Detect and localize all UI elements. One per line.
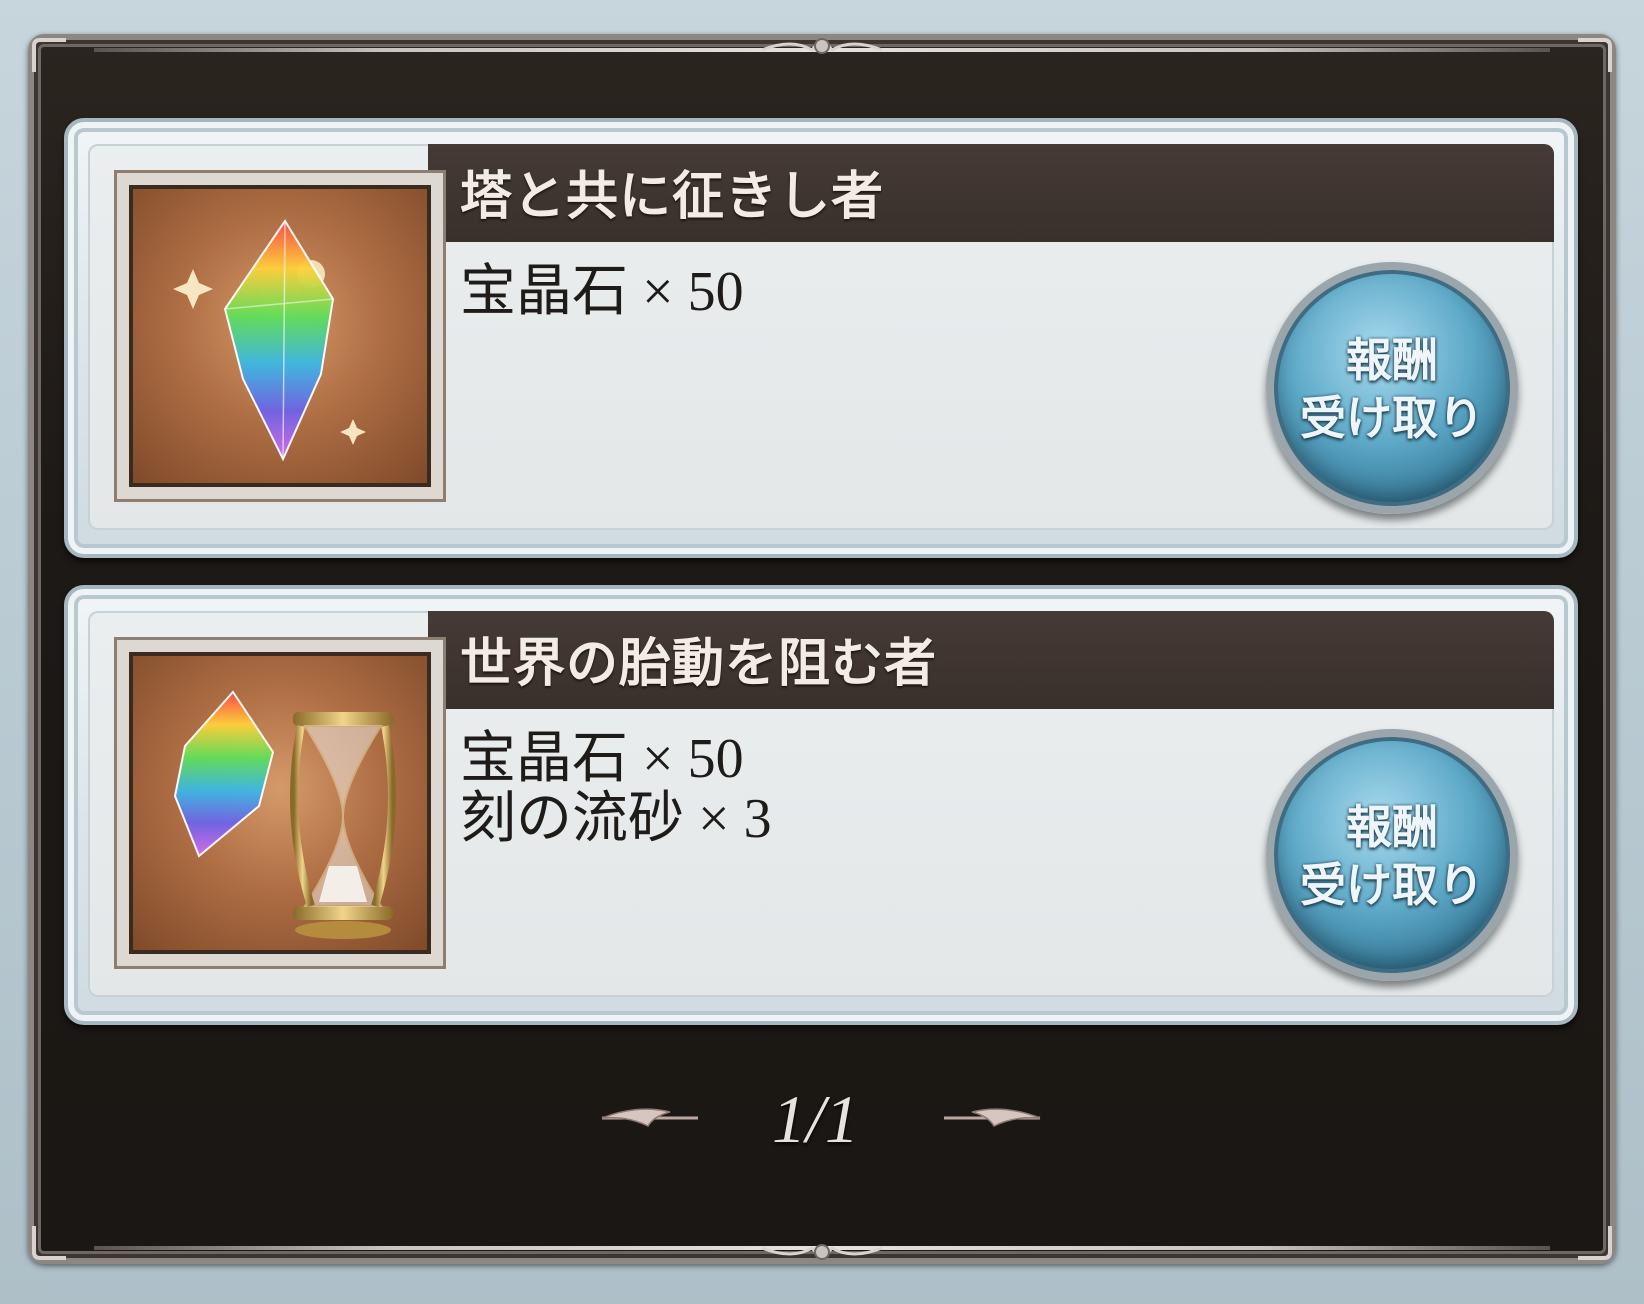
reward-items: 宝晶石 × 50 — [460, 262, 744, 322]
reward-card-body: 世界の胎動を阻む者 宝晶石 × 50 刻の流砂 × 3 報酬 受け取り — [88, 611, 1554, 997]
reward-item: 宝晶石 × 50 — [460, 728, 744, 790]
reward-title-bar: 世界の胎動を阻む者 — [428, 611, 1554, 709]
corner-ornament-icon — [32, 38, 66, 72]
reward-thumbnail — [114, 637, 446, 969]
page-indicator: 1/1 — [772, 1081, 859, 1157]
corner-ornament-icon — [1578, 1226, 1612, 1260]
claim-button-label: 受け取り — [1300, 858, 1484, 912]
claim-button-label: 受け取り — [1300, 391, 1484, 445]
claim-reward-button[interactable]: 報酬 受け取り — [1266, 262, 1518, 514]
reward-thumbnail — [114, 170, 446, 502]
reward-card: 塔と共に征きし者 宝晶石 × 50 報酬 受け取り — [64, 118, 1578, 558]
reward-card: 世界の胎動を阻む者 宝晶石 × 50 刻の流砂 × 3 報酬 受け取り — [64, 585, 1578, 1025]
reward-title-bar: 塔と共に征きし者 — [428, 144, 1554, 242]
top-ornament-icon — [762, 38, 882, 54]
next-page-arrow-icon[interactable] — [940, 1102, 1044, 1134]
corner-ornament-icon — [1578, 38, 1612, 72]
pagination: 1/1 — [0, 1080, 1644, 1160]
rainbow-crystal-icon — [129, 185, 431, 487]
corner-ornament-icon — [32, 1226, 66, 1260]
claim-reward-button[interactable]: 報酬 受け取り — [1266, 729, 1518, 981]
claim-button-label: 報酬 — [1346, 800, 1438, 854]
reward-title: 塔と共に征きし者 — [460, 167, 885, 227]
reward-items: 宝晶石 × 50 刻の流砂 × 3 — [460, 729, 772, 849]
reward-item: 宝晶石 × 50 — [460, 261, 744, 323]
reward-card-body: 塔と共に征きし者 宝晶石 × 50 報酬 受け取り — [88, 144, 1554, 530]
reward-title: 世界の胎動を阻む者 — [460, 634, 938, 694]
bottom-ornament-icon — [762, 1244, 882, 1260]
crystal-and-hourglass-icon — [129, 652, 431, 954]
claim-button-label: 報酬 — [1346, 333, 1438, 387]
prev-page-arrow-icon[interactable] — [598, 1102, 702, 1134]
reward-item: 刻の流砂 × 3 — [460, 788, 772, 850]
